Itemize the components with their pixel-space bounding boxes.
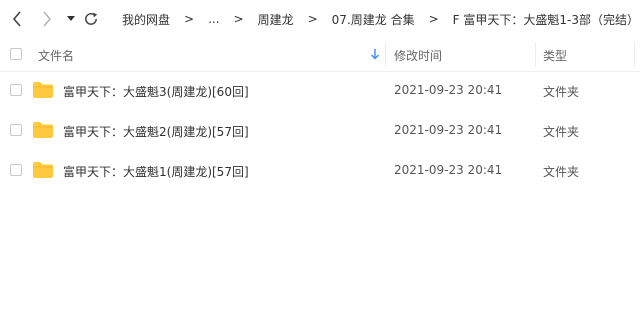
file-modified-time: 2021-09-23 20:41 — [394, 123, 503, 137]
file-list: 富甲天下：大盛魁3(周建龙)[60回] 2021-09-23 20:41 文件夹… — [0, 71, 640, 191]
refresh-button[interactable] — [82, 9, 100, 29]
row-checkbox[interactable] — [10, 164, 22, 176]
breadcrumb-item-author[interactable]: 周建龙 — [258, 11, 294, 28]
column-header-modified-time[interactable]: 修改时间 — [394, 47, 442, 64]
breadcrumb-separator: > — [233, 12, 244, 26]
folder-icon — [33, 82, 53, 98]
forward-button[interactable] — [38, 9, 56, 29]
caret-down-icon — [67, 16, 75, 21]
breadcrumb-item-current[interactable]: F 富甲天下：大盛魁1-3部（完结） — [453, 11, 639, 28]
breadcrumb-separator: > — [428, 12, 439, 26]
chevron-left-icon — [12, 11, 21, 27]
back-button[interactable] — [8, 9, 26, 29]
breadcrumb: 我的网盘 > ... > 周建龙 > 07.周建龙 合集 > F 富甲天下：大盛… — [122, 11, 640, 27]
row-checkbox[interactable] — [10, 84, 22, 96]
row-checkbox[interactable] — [10, 124, 22, 136]
file-list-header: 文件名 修改时间 类型 — [0, 38, 640, 72]
file-type: 文件夹 — [543, 165, 580, 179]
file-row[interactable]: 富甲天下：大盛魁3(周建龙)[60回] 2021-09-23 20:41 文件夹 — [0, 71, 640, 111]
folder-icon — [33, 162, 53, 178]
column-divider[interactable] — [634, 42, 635, 67]
file-type: 文件夹 — [543, 85, 580, 99]
column-divider[interactable] — [535, 42, 536, 67]
folder-icon — [33, 122, 53, 138]
column-header-type[interactable]: 类型 — [543, 47, 567, 64]
file-type: 文件夹 — [543, 125, 580, 139]
column-divider[interactable] — [385, 42, 386, 67]
refresh-icon — [85, 12, 98, 25]
select-all-checkbox[interactable] — [10, 48, 22, 60]
file-modified-time: 2021-09-23 20:41 — [394, 163, 503, 177]
breadcrumb-item-ellipsis[interactable]: ... — [208, 12, 219, 26]
navigation-toolbar: 我的网盘 > ... > 周建龙 > 07.周建龙 合集 > F 富甲天下：大盛… — [0, 0, 640, 38]
column-header-name[interactable]: 文件名 — [38, 47, 74, 64]
file-row[interactable]: 富甲天下：大盛魁1(周建龙)[57回] 2021-09-23 20:41 文件夹 — [0, 151, 640, 191]
history-dropdown-button[interactable] — [64, 9, 78, 29]
file-row[interactable]: 富甲天下：大盛魁2(周建龙)[57回] 2021-09-23 20:41 文件夹 — [0, 111, 640, 151]
breadcrumb-item-my-drive[interactable]: 我的网盘 — [122, 11, 170, 28]
breadcrumb-item-collection[interactable]: 07.周建龙 合集 — [332, 11, 415, 28]
sort-down-arrow-icon[interactable] — [370, 48, 380, 60]
file-modified-time: 2021-09-23 20:41 — [394, 83, 503, 97]
file-name[interactable]: 富甲天下：大盛魁2(周建龙)[57回] — [63, 123, 249, 140]
breadcrumb-separator: > — [184, 12, 195, 26]
file-browser-window: 我的网盘 > ... > 周建龙 > 07.周建龙 合集 > F 富甲天下：大盛… — [0, 0, 640, 327]
file-name[interactable]: 富甲天下：大盛魁1(周建龙)[57回] — [63, 163, 249, 180]
file-name[interactable]: 富甲天下：大盛魁3(周建龙)[60回] — [63, 83, 249, 100]
chevron-right-icon — [43, 11, 52, 27]
breadcrumb-separator: > — [307, 12, 318, 26]
